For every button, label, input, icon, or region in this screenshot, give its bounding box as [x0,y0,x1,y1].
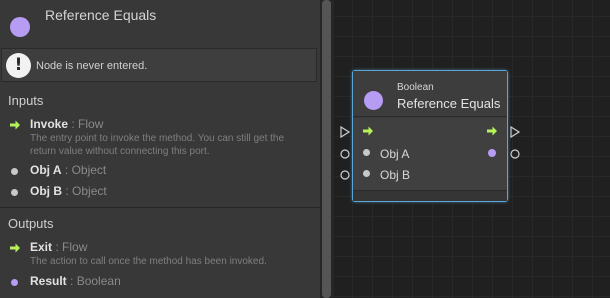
obj-a-port-icon [363,149,370,156]
inspector-title: Reference Equals [45,7,157,23]
node-footer [353,190,507,201]
warning-box: ! Node is never entered. [1,48,317,82]
port-type: Object [72,184,107,198]
node-type-icon [10,17,30,37]
port-separator: : [61,163,72,177]
object-port-icon [11,189,18,196]
control-input-port-icon[interactable] [339,125,351,139]
port-description: The entry point to invoke the method. Yo… [30,133,285,157]
scrollbar-thumb[interactable] [322,0,331,298]
flow-arrow-icon [10,243,20,253]
port-label: Result : Boolean [30,274,121,288]
port-separator: : [62,184,73,198]
port-separator: : [68,117,79,131]
port-type: Flow [62,240,88,254]
section-divider [0,207,320,208]
port-label: Obj A : Object [30,163,106,177]
value-input-port-icon[interactable] [339,169,351,181]
node-subtitle: Boolean [397,82,434,93]
value-input-port-icon[interactable] [339,148,351,160]
port-type: Flow [78,117,104,131]
port-name: Result [30,274,67,288]
obj-a-label: Obj A [380,147,410,161]
obj-b-label: Obj B [380,168,411,182]
node-title: Reference Equals [397,96,501,111]
node-type-icon [364,91,383,110]
outputs-title: Outputs [8,216,54,231]
port-separator: : [52,240,63,254]
port-name: Exit [30,240,53,254]
port-description: The action to call once the method has b… [30,256,267,267]
flow-arrow-icon [487,126,497,136]
inspector-panel: Reference Equals ! Node is never entered… [0,0,320,298]
input-port-obj-b: Obj B : Object [0,183,320,201]
inputs-title: Inputs [8,93,44,108]
port-name: Obj B [30,184,62,198]
inspector-header: Reference Equals [0,0,320,48]
input-port-obj-a: Obj A : Object [0,162,320,180]
object-port-icon [11,168,18,175]
control-output-port-icon[interactable] [509,125,521,139]
result-port-icon [488,149,496,157]
flow-arrow-icon [10,120,20,130]
exclamation-icon: ! [6,53,31,78]
port-type: Object [71,163,107,177]
port-name: Invoke [30,117,69,131]
boolean-port-icon [11,279,18,286]
port-name: Obj A [30,163,62,177]
port-type: Boolean [76,274,121,288]
obj-b-port-icon [363,170,370,177]
reference-equals-node[interactable]: Boolean Reference Equals Obj A Obj B [352,70,508,202]
port-label: Invoke : Flow [30,117,103,131]
node-body: Obj A Obj B [353,118,507,190]
value-output-port-icon[interactable] [509,148,521,160]
output-port-result: Result : Boolean [0,273,320,291]
port-separator: : [66,274,77,288]
warning-text: Node is never entered. [36,60,148,72]
port-label: Obj B : Object [30,184,107,198]
node-header[interactable]: Boolean Reference Equals [353,71,507,117]
port-label: Exit : Flow [30,240,87,254]
flow-arrow-icon [363,126,373,136]
